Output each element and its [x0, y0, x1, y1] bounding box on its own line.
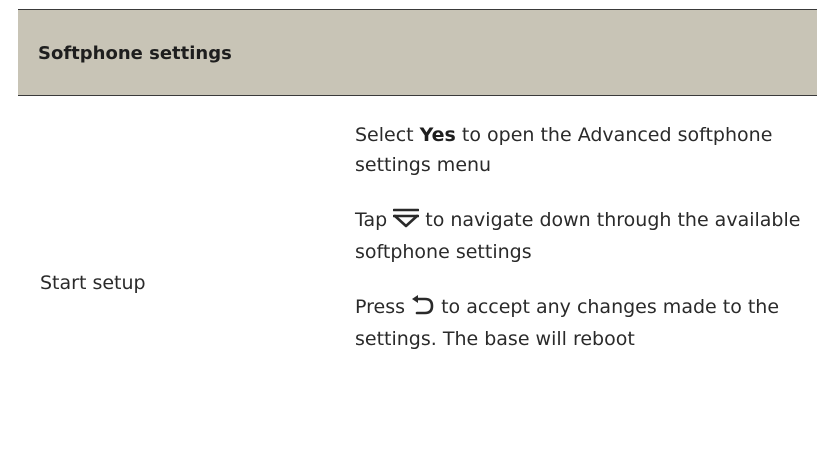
row-label: Start setup — [40, 272, 146, 294]
return-icon — [411, 294, 435, 324]
instruction-text: Select — [355, 124, 420, 146]
instruction-select-yes: Select Yes to open the Advanced softphon… — [355, 120, 805, 180]
instructions: Select Yes to open the Advanced softphon… — [355, 120, 805, 379]
instruction-text: Press — [355, 296, 412, 318]
instruction-accept: Press to accept any changes made to the … — [355, 292, 805, 354]
instruction-text: to navigate down through the available s… — [355, 209, 801, 263]
table-header: Softphone settings — [18, 9, 817, 96]
instruction-text: Tap — [355, 209, 394, 231]
yes-option-label: Yes — [419, 124, 456, 146]
scroll-down-icon — [392, 207, 420, 237]
page-title: Softphone settings — [38, 43, 232, 64]
page: Softphone settings Start setup Select Ye… — [0, 0, 817, 460]
instruction-navigate: Tap to navigate down through the availab… — [355, 205, 805, 267]
